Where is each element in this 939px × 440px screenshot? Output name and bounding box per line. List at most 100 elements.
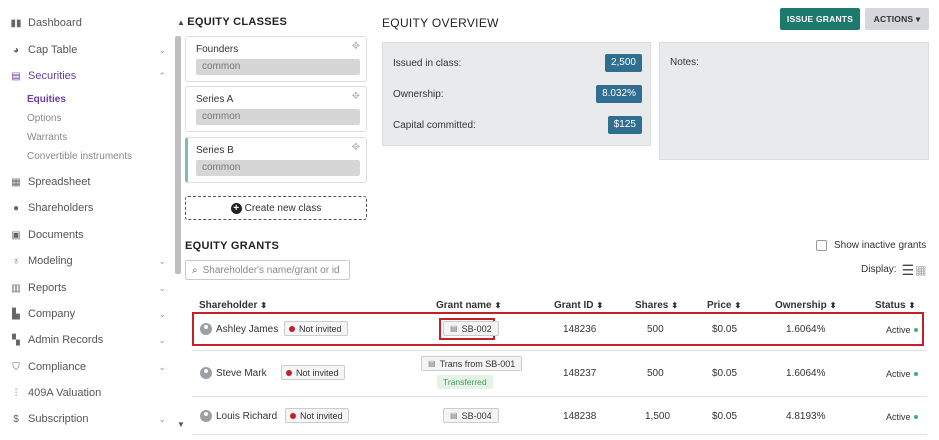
sidebar-item-cap-table[interactable]: ◕ Cap Table ⌄ xyxy=(10,40,170,60)
divider xyxy=(192,350,927,351)
col-header-grant-name[interactable]: Grant name ⬍ xyxy=(436,300,501,311)
shield-icon: ⛉ xyxy=(12,361,20,373)
document-icon: ▤ xyxy=(450,324,458,333)
notes-panel[interactable]: Notes: xyxy=(659,42,929,160)
sidebar-subitem-equities[interactable]: Equities xyxy=(27,94,66,105)
invite-status-badge: Not invited xyxy=(285,408,349,423)
chevron-up-icon: ⌃ xyxy=(158,70,166,81)
col-header-status[interactable]: Status ⬍ xyxy=(875,300,915,311)
class-card-series-a[interactable]: Series A ✥ common xyxy=(185,86,367,132)
grant-search-input[interactable]: ⌕ Shareholder's name/grant or id xyxy=(185,260,350,280)
sidebar-item-label: Subscription xyxy=(28,413,89,425)
sidebar-item-documents[interactable]: ▣ Documents xyxy=(10,225,170,245)
col-header-shares[interactable]: Shares ⬍ xyxy=(635,300,678,311)
shares: 1,500 xyxy=(645,411,671,422)
sidebar-item-label: Shareholders xyxy=(28,202,94,214)
price: $0.05 xyxy=(712,411,738,422)
drag-handle-icon[interactable]: ✥ xyxy=(352,91,360,102)
class-type: common xyxy=(196,160,360,176)
price: $0.05 xyxy=(712,368,738,379)
sidebar-item-spreadsheet[interactable]: ▦ Spreadsheet xyxy=(10,172,170,192)
grant-name-chip[interactable]: ▤ Trans from SB-001 xyxy=(421,356,523,371)
class-card-series-b[interactable]: Series B ✥ common xyxy=(185,137,367,183)
grant-name-chip[interactable]: ▤ SB-004 xyxy=(443,408,499,423)
sidebar-item-reports[interactable]: ▥ Reports ⌄ xyxy=(10,278,170,298)
overview-row-ownership: Ownership: 8.032% xyxy=(393,84,642,104)
grant-id: 148236 xyxy=(563,324,597,335)
col-header-price[interactable]: Price ⬍ xyxy=(707,300,741,311)
col-header-grant-id[interactable]: Grant ID ⬍ xyxy=(554,300,603,311)
chevron-down-icon: ⌄ xyxy=(158,255,166,266)
overview-panel: Issued in class: 2,500 Ownership: 8.032%… xyxy=(382,42,651,146)
dollar-icon: $ xyxy=(13,413,19,425)
equity-classes-title: ▲ EQUITY CLASSES xyxy=(177,16,288,28)
sidebar-item-securities[interactable]: ▤ Securities ⌃ xyxy=(10,66,170,86)
col-header-ownership[interactable]: Ownership ⬍ xyxy=(775,300,836,311)
actions-dropdown-button[interactable]: ACTIONS ▾ xyxy=(865,8,929,30)
drag-handle-icon[interactable]: ✥ xyxy=(352,142,360,153)
chevron-down-icon: ⌄ xyxy=(158,282,166,293)
issued-badge: 2,500 xyxy=(604,54,642,72)
sidebar-item-subscription[interactable]: $ Subscription ⌄ xyxy=(10,409,170,429)
divider xyxy=(192,434,927,435)
shareholder-name[interactable]: Ashley James xyxy=(216,324,278,335)
list-view-icon[interactable]: ☰ xyxy=(902,263,915,277)
issue-grants-button[interactable]: ISSUE GRANTS xyxy=(780,8,860,30)
display-toggle: Display: ☰ ▦ xyxy=(861,261,927,278)
divider xyxy=(192,396,927,397)
shareholder-name[interactable]: Louis Richard xyxy=(216,411,277,422)
user-icon: ● xyxy=(12,202,20,214)
notes-label: Notes: xyxy=(670,57,699,68)
sidebar-item-dashboard[interactable]: ▮▮ Dashboard xyxy=(10,13,170,33)
equity-grants-title: EQUITY GRANTS xyxy=(185,240,280,252)
sidebar-item-company[interactable]: ▙ Company ⌄ xyxy=(10,304,170,324)
sort-icon: ⬍ xyxy=(596,301,604,310)
sidebar-subitem-convertible[interactable]: Convertible instruments xyxy=(27,151,132,162)
class-type: common xyxy=(196,59,360,75)
avatar xyxy=(200,410,212,422)
class-card-founders[interactable]: Founders ✥ common xyxy=(185,36,367,82)
document-icon: ▤ xyxy=(428,359,436,368)
ownership: 1.6064% xyxy=(786,324,826,335)
ownership-badge: 8.032% xyxy=(596,85,642,103)
sidebar-subitem-options[interactable]: Options xyxy=(27,113,61,124)
caret-up-icon: ▲ xyxy=(177,18,186,27)
valuation-icon: ⫶ xyxy=(14,387,18,399)
grid-view-icon[interactable]: ▦ xyxy=(915,264,926,276)
sidebar-item-label: Reports xyxy=(28,282,67,294)
sidebar-item-label: Spreadsheet xyxy=(28,176,91,188)
sidebar-item-shareholders[interactable]: ● Shareholders xyxy=(10,198,170,218)
sidebar-item-compliance[interactable]: ⛉ Compliance ⌄ xyxy=(10,357,170,377)
shareholder-name[interactable]: Steve Mark xyxy=(216,368,267,379)
col-header-shareholder[interactable]: Shareholder ⬍ xyxy=(199,300,267,311)
chevron-down-icon: ⌄ xyxy=(158,361,166,372)
status-badge: Active xyxy=(886,325,918,335)
grant-name-chip[interactable]: ▤ SB-002 xyxy=(443,321,499,336)
sort-icon: ⬍ xyxy=(671,301,679,310)
classes-scrollbar[interactable] xyxy=(175,36,181,274)
building-icon: ▙ xyxy=(12,308,20,320)
plus-circle-icon: + xyxy=(230,202,242,214)
status-badge: Active xyxy=(886,369,918,379)
sidebar-item-409a-valuation[interactable]: ⫶ 409A Valuation xyxy=(10,383,170,403)
sidebar-item-label: 409A Valuation xyxy=(28,387,102,399)
class-name: Series A xyxy=(196,94,234,105)
avatar xyxy=(200,323,212,335)
lightbulb-icon: ♁ xyxy=(12,255,20,267)
chevron-down-icon: ⌄ xyxy=(158,413,166,424)
drag-handle-icon[interactable]: ✥ xyxy=(352,41,360,52)
show-inactive-toggle[interactable]: Show inactive grants xyxy=(816,240,926,251)
checkbox[interactable] xyxy=(816,240,827,251)
sidebar-item-admin-records[interactable]: ▚ Admin Records ⌄ xyxy=(10,330,170,350)
sidebar-subitem-warrants[interactable]: Warrants xyxy=(27,132,67,143)
shares: 500 xyxy=(647,324,664,335)
clipboard-icon: ▤ xyxy=(11,70,21,82)
price: $0.05 xyxy=(712,324,738,335)
create-new-class-button[interactable]: + Create new class xyxy=(185,196,367,220)
sidebar-item-modeling[interactable]: ♁ Modeling ⌄ xyxy=(10,251,170,271)
sort-icon: ⬍ xyxy=(734,301,742,310)
scroll-down-icon[interactable]: ▼ xyxy=(177,420,185,429)
overview-row-issued: Issued in class: 2,500 xyxy=(393,53,642,73)
ownership: 1.6064% xyxy=(786,368,826,379)
avatar xyxy=(200,367,212,379)
